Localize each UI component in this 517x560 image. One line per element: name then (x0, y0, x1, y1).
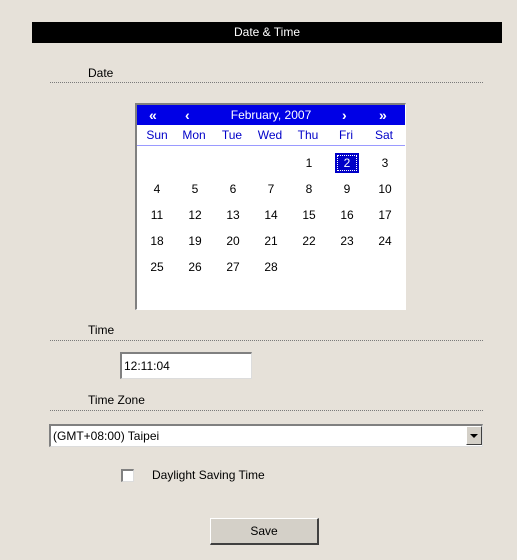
calendar-day[interactable]: 4 (145, 179, 169, 199)
weekday-label: Wed (257, 128, 283, 142)
calendar-day[interactable]: 11 (145, 205, 169, 225)
prev-month-button[interactable]: ‹ (185, 105, 190, 125)
dropdown-button[interactable] (466, 426, 482, 445)
weekday-label: Sat (374, 128, 393, 142)
daylight-saving-checkbox[interactable] (121, 469, 134, 482)
calendar-day[interactable]: 18 (145, 231, 169, 251)
calendar-day[interactable]: 7 (259, 179, 283, 199)
timezone-divider (50, 410, 483, 411)
calendar-day[interactable]: 1 (297, 153, 321, 173)
timezone-section-label: Time Zone (88, 393, 145, 407)
next-month-button[interactable]: › (342, 105, 347, 125)
next-year-button[interactable]: » (379, 105, 387, 125)
page-title: Date & Time (32, 22, 502, 43)
calendar-day[interactable]: 8 (297, 179, 321, 199)
calendar-header: February, 2007 « ‹ › » (137, 105, 405, 125)
calendar-day[interactable]: 21 (259, 231, 283, 251)
chevron-down-icon (470, 434, 478, 438)
calendar-day[interactable]: 20 (221, 231, 245, 251)
weekday-header-row: Sun Mon Tue Wed Thu Fri Sat (137, 125, 405, 146)
calendar-day[interactable]: 24 (373, 231, 397, 251)
date-section-label: Date (88, 66, 114, 80)
calendar-day[interactable]: 17 (373, 205, 397, 225)
calendar-day[interactable]: 22 (297, 231, 321, 251)
date-divider (50, 82, 483, 83)
weekday-label: Fri (339, 128, 353, 142)
time-input[interactable] (120, 352, 252, 379)
calendar-day[interactable]: 27 (221, 257, 245, 277)
weekday-label: Thu (297, 128, 319, 142)
timezone-selected-value: (GMT+08:00) Taipei (53, 429, 160, 443)
calendar-day[interactable]: 6 (221, 179, 245, 199)
calendar: February, 2007 « ‹ › » Sun Mon Tue Wed T… (135, 103, 406, 310)
calendar-day[interactable]: 28 (259, 257, 283, 277)
timezone-select[interactable]: (GMT+08:00) Taipei (49, 424, 483, 447)
calendar-day[interactable]: 26 (183, 257, 207, 277)
daylight-saving-label: Daylight Saving Time (152, 468, 265, 482)
calendar-day[interactable]: 3 (373, 153, 397, 173)
calendar-day[interactable]: 23 (335, 231, 359, 251)
time-section-label: Time (88, 323, 115, 337)
prev-year-button[interactable]: « (149, 105, 157, 125)
calendar-day[interactable]: 16 (335, 205, 359, 225)
calendar-day[interactable]: 13 (221, 205, 245, 225)
calendar-day[interactable]: 10 (373, 179, 397, 199)
calendar-day[interactable]: 14 (259, 205, 283, 225)
calendar-day[interactable]: 5 (183, 179, 207, 199)
calendar-day[interactable]: 15 (297, 205, 321, 225)
calendar-day[interactable]: 9 (335, 179, 359, 199)
calendar-month-title[interactable]: February, 2007 (137, 105, 405, 125)
time-divider (50, 340, 483, 341)
weekday-label: Sun (146, 128, 168, 142)
calendar-day[interactable]: 19 (183, 231, 207, 251)
save-button[interactable]: Save (210, 518, 319, 545)
calendar-day[interactable]: 25 (145, 257, 169, 277)
weekday-label: Tue (221, 128, 243, 142)
calendar-day-selected[interactable]: 2 (335, 153, 359, 173)
weekday-label: Mon (182, 128, 206, 142)
calendar-day[interactable]: 12 (183, 205, 207, 225)
